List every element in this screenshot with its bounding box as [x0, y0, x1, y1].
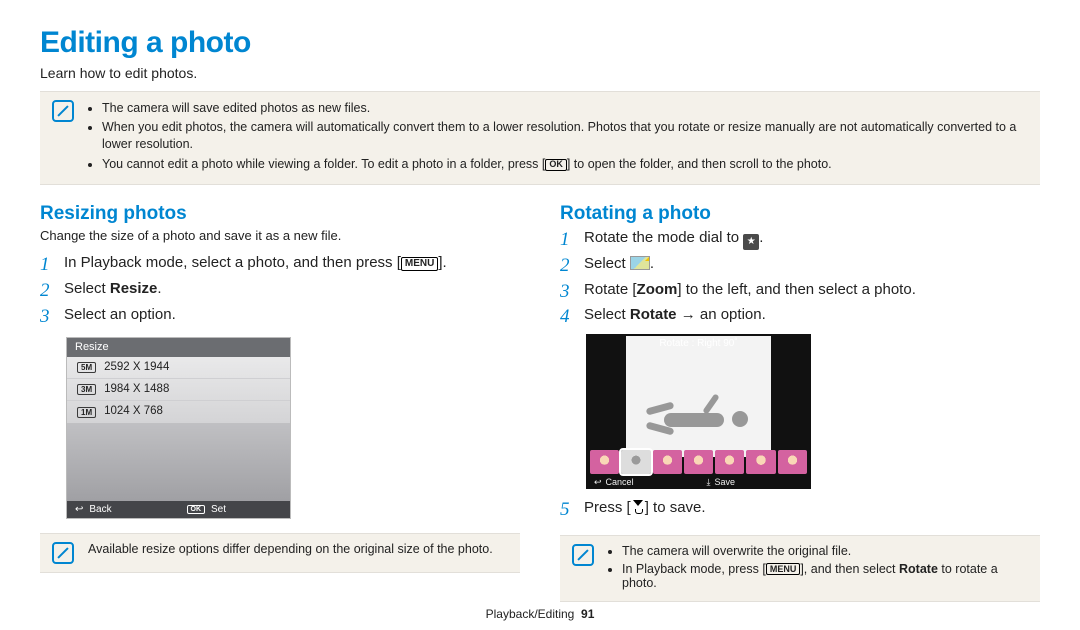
resize-option: 1984 X 1488 [104, 383, 169, 396]
menu-button-icon: MENU [766, 563, 801, 576]
step-text: Press [] to save. [584, 499, 706, 516]
page-subtitle: Learn how to edit photos. [40, 65, 1040, 81]
page-footer: Playback/Editing 91 [0, 608, 1080, 622]
save-down-icon [631, 500, 645, 514]
note-icon [52, 100, 74, 122]
size-tag-icon: 3M [77, 384, 96, 395]
step-number: 2 [560, 255, 574, 277]
back-icon: ↩ [594, 477, 602, 487]
step-text: Select . [584, 255, 654, 272]
step-number: 1 [40, 254, 54, 276]
save-label: Save [714, 477, 735, 487]
step-number: 2 [40, 280, 54, 302]
tip-text: Available resize options differ dependin… [88, 542, 493, 556]
panel-title: Resize [67, 338, 290, 357]
step-text: Rotate the mode dial to ★. [584, 229, 763, 250]
back-label: Back [89, 504, 111, 516]
menu-button-icon: MENU [401, 257, 438, 271]
resize-option: 1024 X 768 [104, 405, 163, 418]
ok-button-icon: OK [545, 159, 567, 171]
resize-mode-icon [630, 256, 650, 270]
step-number: 5 [560, 499, 574, 521]
mode-dial-icon: ★ [743, 234, 759, 250]
size-tag-icon: 1M [77, 407, 96, 418]
notice-box: The camera will save edited photos as ne… [40, 91, 1040, 186]
step-text: Select an option. [64, 306, 176, 323]
note-icon [572, 544, 594, 566]
step-text: Select Resize. [64, 280, 162, 297]
cancel-label: Cancel [606, 477, 634, 487]
step-number: 1 [560, 229, 574, 251]
rotate-title: Rotate : Right 90˚ [586, 338, 811, 350]
step-text: Rotate [Zoom] to the left, and then sele… [584, 281, 916, 298]
ok-button-icon: OK [187, 505, 206, 515]
rotate-panel-mock: Rotate : Right 90˚ ↩ Cancel ⤓Save [586, 334, 811, 489]
section-heading-rotating: Rotating a photo [560, 203, 1040, 225]
section-subtext: Change the size of a photo and save it a… [40, 229, 520, 244]
note-icon [52, 542, 74, 564]
step-number: 4 [560, 306, 574, 328]
tip-text: In Playback mode, press [MENU], and then… [622, 562, 1028, 591]
notice-item: You cannot edit a photo while viewing a … [102, 156, 1028, 173]
size-tag-icon: 5M [77, 362, 96, 373]
back-icon: ↩ [75, 504, 83, 516]
notice-item: The camera will save edited photos as ne… [102, 100, 1028, 117]
resize-option: 2592 X 1944 [104, 361, 169, 374]
notice-item: When you edit photos, the camera will au… [102, 119, 1028, 153]
rotate-preview [626, 336, 771, 457]
step-number: 3 [560, 281, 574, 303]
set-label: Set [211, 504, 226, 516]
rotate-thumbnails [590, 450, 807, 474]
section-heading-resizing: Resizing photos [40, 203, 520, 225]
step-number: 3 [40, 306, 54, 328]
tip-text: The camera will overwrite the original f… [622, 544, 1028, 558]
resize-panel-mock: Resize 5M 2592 X 1944 3M 1984 X 1488 1M 102… [66, 337, 291, 519]
save-icon: ⤓ [707, 477, 711, 487]
page-title: Editing a photo [40, 26, 1040, 61]
step-text: In Playback mode, select a photo, and th… [64, 254, 447, 271]
step-text: Select Rotate → an option. [584, 306, 766, 323]
